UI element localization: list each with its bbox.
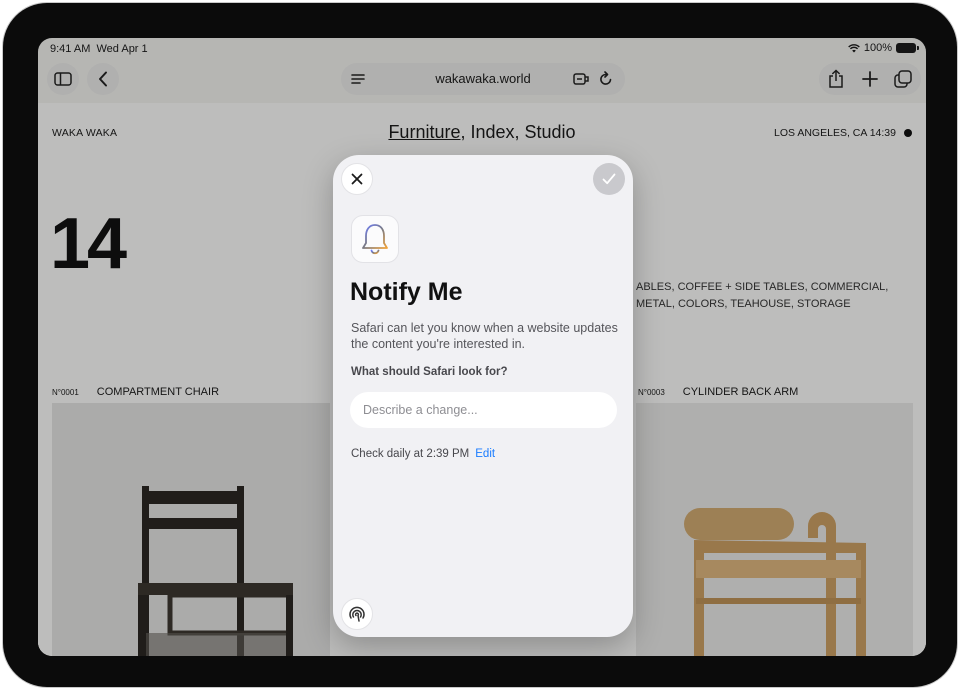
bell-icon — [362, 222, 388, 255]
look-for-question: What should Safari look for? — [351, 366, 508, 378]
done-button[interactable] — [593, 163, 625, 195]
notification-app-icon — [351, 215, 399, 263]
close-icon — [351, 173, 363, 185]
schedule-text: Check daily at 2:39 PM — [351, 448, 470, 460]
concentric-signal-icon — [349, 606, 365, 622]
checkmark-icon — [602, 173, 616, 185]
edit-schedule-link[interactable]: Edit — [475, 448, 495, 460]
close-button[interactable] — [341, 163, 373, 195]
change-description-input[interactable] — [350, 392, 617, 428]
watch-button[interactable] — [341, 598, 373, 630]
screen: 9:41 AM Wed Apr 1 100% wakawaka.world WA… — [38, 38, 926, 656]
notify-me-sheet: Notify Me Safari can let you know when a… — [333, 155, 633, 637]
schedule-row: Check daily at 2:39 PM Edit — [351, 448, 495, 460]
sheet-description: Safari can let you know when a website u… — [351, 321, 618, 351]
device-bezel: 9:41 AM Wed Apr 1 100% wakawaka.world WA… — [3, 3, 957, 687]
sheet-title: Notify Me — [350, 278, 463, 306]
